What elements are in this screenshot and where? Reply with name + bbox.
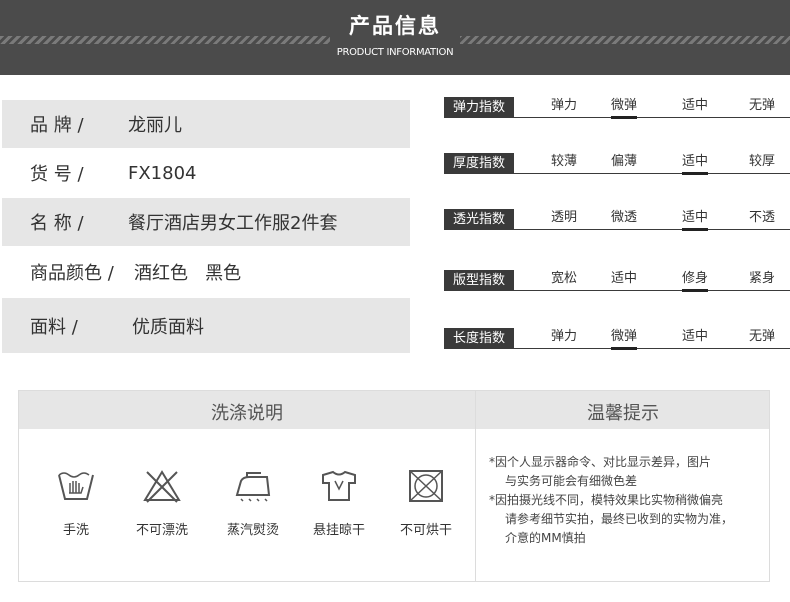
care-label: 不可漂洗 xyxy=(135,523,188,538)
info-value: FX1804 xyxy=(128,162,197,184)
info-label: 货 号 / xyxy=(30,164,84,185)
page-title: 产品信息 xyxy=(349,13,441,38)
info-value: 龙丽儿 xyxy=(128,115,182,136)
care-label: 悬挂晾干 xyxy=(312,523,365,538)
index-fit: 版型指数 宽松 适中 修身 紧身 xyxy=(444,265,790,295)
index-length: 长度指数 弹力 微弹 适中 无弹 xyxy=(444,323,790,353)
tip-line: *因拍摄光线不同，模特效果比实物稍微偏亮 xyxy=(489,493,724,507)
info-label: 名 称 / xyxy=(30,213,84,234)
index-elasticity: 弹力指数 弹力 微弹 适中 无弹 xyxy=(444,92,790,122)
info-value: 优质面料 xyxy=(132,316,204,338)
index-thickness: 厚度指数 较薄 偏薄 适中 较厚 xyxy=(444,148,790,178)
index-tag: 弹力指数 xyxy=(444,97,514,118)
tip-line: 请参考细节实拍，最终已收到的实物为准， xyxy=(505,512,734,526)
steam-iron-icon xyxy=(235,472,271,502)
index-option: 偏薄 xyxy=(610,154,638,169)
index-tag: 版型指数 xyxy=(444,270,514,291)
info-value: 餐厅酒店男女工作服2件套 xyxy=(128,213,338,234)
tip-line: 与实务可能会有细微色差 xyxy=(505,474,638,488)
hand-wash-icon xyxy=(58,472,94,500)
tip-line: *因个人显示器命令、对比显示差异，图片 xyxy=(489,455,712,469)
index-option: 微透 xyxy=(610,210,638,225)
index-option: 适中 xyxy=(681,98,709,113)
index-option: 弹力 xyxy=(550,98,578,113)
tips-text: *因个人显示器命令、对比显示差异，图片 与实务可能会有细微色差 *因拍摄光线不同… xyxy=(489,453,769,548)
care-item-no-tumble-dry: 不可烘干 xyxy=(391,469,461,538)
index-option: 无弹 xyxy=(748,329,776,344)
care-heading: 洗涤说明 xyxy=(211,403,283,424)
care-item-no-bleach: 不可漂洗 xyxy=(127,469,197,538)
index-tag: 厚度指数 xyxy=(444,153,514,174)
index-option-selected: 微弹 xyxy=(610,94,638,119)
care-item-hang-dry: 悬挂晾干 xyxy=(304,469,374,538)
index-option-selected: 修身 xyxy=(681,267,709,292)
index-transparency: 透光指数 透明 微透 适中 不透 xyxy=(444,204,790,234)
index-option: 透明 xyxy=(550,210,578,225)
index-tag: 透光指数 xyxy=(444,209,514,230)
header-banner: 产品信息 PRODUCT INFORMATION xyxy=(0,0,790,75)
index-option: 适中 xyxy=(681,329,709,344)
index-option: 弹力 xyxy=(550,329,578,344)
info-label: 品 牌 / xyxy=(30,115,84,136)
index-option-selected: 适中 xyxy=(681,206,709,231)
hang-dry-icon xyxy=(322,470,356,501)
tips-heading: 温馨提示 xyxy=(587,403,659,424)
index-option-selected: 微弹 xyxy=(610,325,638,350)
index-option: 适中 xyxy=(610,271,638,286)
index-option: 不透 xyxy=(748,210,776,225)
info-row-fabric: 面料 / 优质面料 xyxy=(2,298,410,353)
info-row-item-number: 货 号 / FX1804 xyxy=(2,149,410,197)
info-row-name: 名 称 / 餐厅酒店男女工作服2件套 xyxy=(2,198,410,246)
index-option: 宽松 xyxy=(550,271,578,286)
no-bleach-icon xyxy=(143,470,181,503)
index-option-selected: 适中 xyxy=(681,150,709,175)
info-label: 商品颜色 / xyxy=(30,263,114,284)
care-label: 手洗 xyxy=(62,523,89,538)
care-item-steam-iron: 蒸汽熨烫 xyxy=(218,469,288,538)
care-panel: 洗涤说明 温馨提示 手洗 不可漂洗 蒸汽熨烫 悬挂晾干 不可烘干 *因个人显示器… xyxy=(18,390,770,582)
care-label: 不可烘干 xyxy=(399,523,452,538)
index-tag: 长度指数 xyxy=(444,328,514,349)
page-subtitle: PRODUCT INFORMATION xyxy=(336,47,454,58)
info-row-brand: 品 牌 / 龙丽儿 xyxy=(2,100,410,148)
index-option: 较厚 xyxy=(748,154,776,169)
info-value: 酒红色 黑色 xyxy=(134,263,242,284)
care-label: 蒸汽熨烫 xyxy=(226,523,279,538)
index-option: 紧身 xyxy=(748,271,776,286)
care-item-hand-wash: 手洗 xyxy=(41,469,111,538)
info-label: 面料 / xyxy=(30,316,78,338)
tip-line: 介意的MM慎拍 xyxy=(505,531,586,545)
index-option: 无弹 xyxy=(748,98,776,113)
index-option: 较薄 xyxy=(550,154,578,169)
no-tumble-dry-icon xyxy=(409,470,443,502)
info-row-color: 商品颜色 / 酒红色 黑色 xyxy=(2,248,410,296)
